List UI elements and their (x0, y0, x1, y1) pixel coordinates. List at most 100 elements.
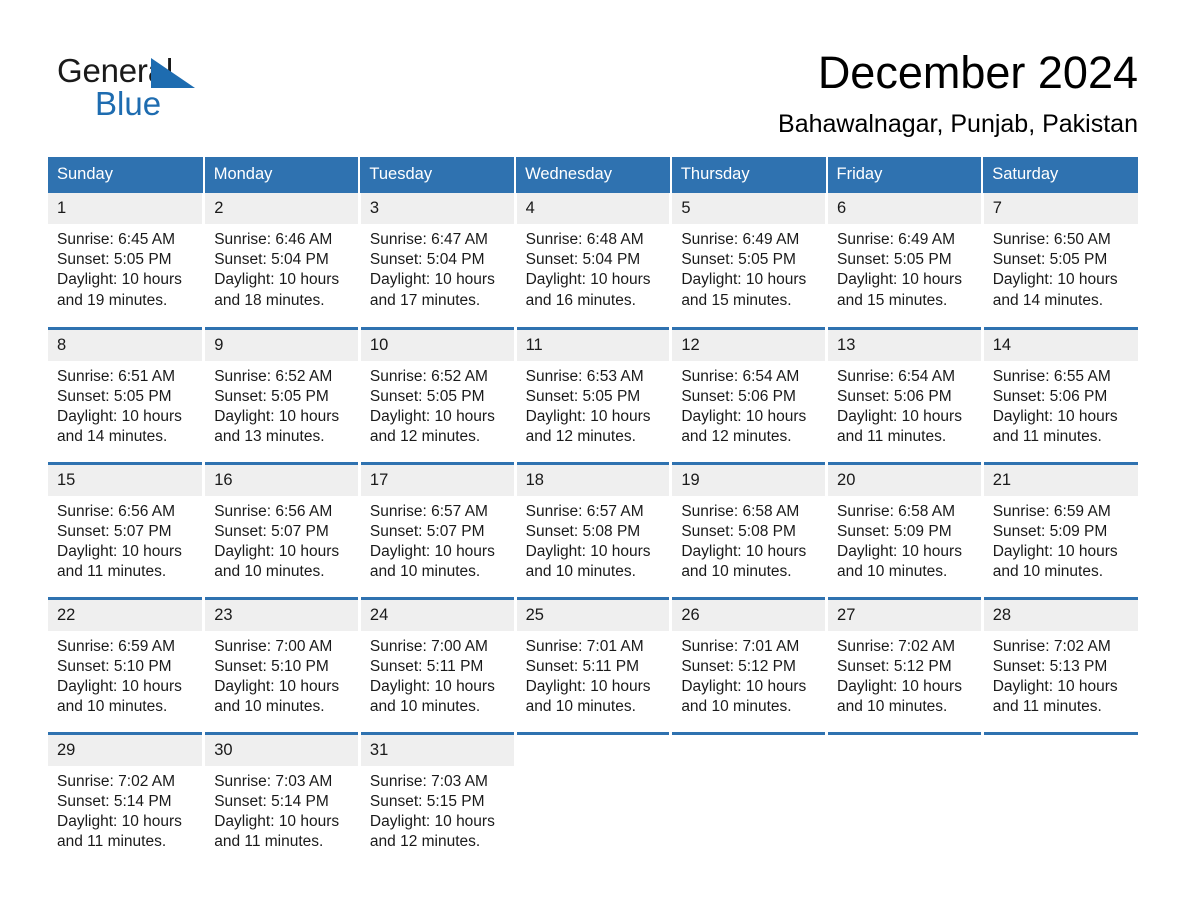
weekday-header-thursday: Thursday (670, 157, 828, 193)
calendar-day-cell[interactable]: 9 Sunrise: 6:52 AM Sunset: 5:05 PM Daylight… (203, 326, 361, 463)
calendar-day-cell[interactable]: 22 Sunrise: 6:59 AM Sunset: 5:10 PM Dayligh… (48, 596, 206, 733)
daylight-text-line2: and 10 minutes. (525, 698, 636, 716)
daylight-text-line2: and 13 minutes. (214, 428, 325, 446)
day-details: Sunrise: 7:00 AM Sunset: 5:11 PM Daylight:… (361, 631, 514, 718)
calendar-day-cell[interactable]: 1 Sunrise: 6:45 AM Sunset: 5:05 PM Daylight… (48, 193, 206, 328)
calendar-day-cell[interactable]: 26 Sunrise: 7:01 AM Sunset: 5:12 PM Dayligh… (670, 596, 829, 733)
day-details: Sunrise: 6:54 AM Sunset: 5:06 PM Daylight:… (672, 361, 825, 448)
generalblue-logo[interactable]: General Blue (57, 52, 257, 122)
sunset-text: Sunset: 5:10 PM (214, 657, 329, 675)
sunset-text: Sunset: 5:14 PM (57, 792, 172, 810)
sunset-text: Sunset: 5:06 PM (681, 387, 796, 405)
calendar-day-cell[interactable]: 6 Sunrise: 6:49 AM Sunset: 5:05 PM Daylight… (826, 193, 984, 328)
calendar-header-row: Sunday Monday Tuesday Wednesday Thursday… (48, 157, 1138, 193)
calendar-day-cell[interactable]: 19 Sunrise: 6:58 AM Sunset: 5:08 PM Dayligh… (670, 461, 829, 598)
sunrise-text: Sunrise: 7:00 AM (214, 637, 333, 655)
daylight-text-line2: and 12 minutes. (369, 428, 481, 446)
calendar-day-cell-empty (515, 731, 673, 868)
calendar-day-cell[interactable]: 5 Sunrise: 6:49 AM Sunset: 5:05 PM Daylight… (670, 193, 829, 328)
sunrise-text: Sunrise: 7:02 AM (57, 772, 176, 790)
sunrise-text: Sunrise: 6:46 AM (214, 231, 333, 248)
sunset-text: Sunset: 5:13 PM (992, 657, 1108, 675)
calendar-day-cell[interactable]: 31 Sunrise: 7:03 AM Sunset: 5:15 PM Dayligh… (359, 731, 517, 868)
calendar-day-cell[interactable]: 28 Sunrise: 7:02 AM Sunset: 5:13 PM Dayligh… (982, 596, 1138, 733)
sunrise-text: Sunrise: 7:00 AM (369, 637, 488, 655)
day-number: 1 (48, 193, 203, 224)
calendar-day-cell[interactable]: 18 Sunrise: 6:57 AM Sunset: 5:08 PM Dayligh… (515, 461, 673, 598)
calendar-day-cell[interactable]: 30 Sunrise: 7:03 AM Sunset: 5:14 PM Dayligh… (203, 731, 361, 868)
day-details: Sunrise: 7:01 AM Sunset: 5:11 PM Daylight:… (517, 631, 670, 718)
day-details: Sunrise: 6:56 AM Sunset: 5:07 PM Daylight:… (48, 496, 202, 583)
calendar-day-cell[interactable]: 29 Sunrise: 7:02 AM Sunset: 5:14 PM Dayligh… (48, 731, 206, 868)
calendar-day-cell[interactable]: 12 Sunrise: 6:54 AM Sunset: 5:06 PM Dayligh… (670, 326, 829, 463)
page-header: General Blue December 2024 Bahawalnagar,… (0, 0, 1188, 152)
day-details: Sunrise: 6:46 AM Sunset: 5:04 PM Daylight:… (205, 224, 358, 311)
calendar-day-cell[interactable]: 13 Sunrise: 6:54 AM Sunset: 5:06 PM Dayligh… (826, 326, 984, 463)
daylight-text-line1: Daylight: 10 hours (57, 271, 182, 289)
daylight-text-line1: Daylight: 10 hours (369, 812, 495, 830)
calendar-day-cell[interactable]: 10 Sunrise: 6:52 AM Sunset: 5:05 PM Dayligh… (359, 326, 517, 463)
calendar-day-cell[interactable]: 23 Sunrise: 7:00 AM Sunset: 5:10 PM Dayligh… (203, 596, 361, 733)
calendar-day-cell[interactable]: 3 Sunrise: 6:47 AM Sunset: 5:04 PM Daylight… (359, 193, 517, 328)
daylight-text-line1: Daylight: 10 hours (681, 407, 807, 425)
sunset-text: Sunset: 5:12 PM (681, 657, 796, 675)
sunrise-text: Sunrise: 6:58 AM (837, 502, 956, 520)
sunset-text: Sunset: 5:14 PM (214, 792, 329, 810)
calendar-day-cell[interactable]: 2 Sunrise: 6:46 AM Sunset: 5:04 PM Daylight… (203, 193, 361, 328)
day-details: Sunrise: 6:57 AM Sunset: 5:07 PM Daylight:… (361, 496, 514, 583)
calendar-day-cell[interactable]: 27 Sunrise: 7:02 AM Sunset: 5:12 PM Dayligh… (826, 596, 984, 733)
day-number: 16 (205, 464, 358, 496)
sunset-text: Sunset: 5:05 PM (57, 251, 172, 269)
sunset-text: Sunset: 5:08 PM (681, 522, 796, 540)
sunset-text: Sunset: 5:12 PM (837, 657, 952, 675)
daylight-text-line1: Daylight: 10 hours (369, 271, 495, 289)
calendar-day-cell[interactable]: 4 Sunrise: 6:48 AM Sunset: 5:04 PM Daylight… (515, 193, 673, 328)
calendar-day-cell[interactable]: 25 Sunrise: 7:01 AM Sunset: 5:11 PM Dayligh… (515, 596, 673, 733)
day-details: Sunrise: 7:02 AM Sunset: 5:14 PM Daylight:… (48, 766, 202, 853)
calendar-day-cell[interactable]: 7 Sunrise: 6:50 AM Sunset: 5:05 PM Daylight… (982, 193, 1138, 328)
sunset-text: Sunset: 5:05 PM (992, 251, 1108, 269)
day-number: 10 (360, 329, 514, 361)
day-details: Sunrise: 6:54 AM Sunset: 5:06 PM Daylight:… (828, 361, 981, 448)
calendar-day-cell[interactable]: 16 Sunrise: 6:56 AM Sunset: 5:07 PM Dayligh… (203, 461, 361, 598)
day-details: Sunrise: 7:02 AM Sunset: 5:12 PM Daylight:… (828, 631, 981, 718)
calendar-day-cell[interactable]: 21 Sunrise: 6:59 AM Sunset: 5:09 PM Dayligh… (982, 461, 1138, 598)
daylight-text-line1: Daylight: 10 hours (214, 271, 340, 289)
daylight-text-line1: Daylight: 10 hours (992, 542, 1118, 560)
day-number: 23 (205, 599, 358, 631)
day-number: 3 (360, 193, 514, 224)
sunrise-text: Sunrise: 6:57 AM (525, 502, 644, 520)
calendar-day-cell[interactable]: 11 Sunrise: 6:53 AM Sunset: 5:05 PM Dayligh… (515, 326, 673, 463)
sunrise-text: Sunrise: 7:01 AM (681, 637, 800, 655)
daylight-text-line2: and 12 minutes. (525, 428, 636, 446)
sunrise-text: Sunrise: 6:56 AM (214, 502, 333, 520)
sunrise-text: Sunrise: 6:48 AM (525, 231, 644, 248)
day-number: 19 (672, 464, 826, 496)
day-details: Sunrise: 6:58 AM Sunset: 5:09 PM Daylight:… (828, 496, 981, 583)
day-number: 26 (672, 599, 826, 631)
calendar-day-cell[interactable]: 15 Sunrise: 6:56 AM Sunset: 5:07 PM Dayligh… (48, 461, 206, 598)
sunrise-text: Sunrise: 7:02 AM (992, 637, 1111, 655)
calendar-day-cell[interactable]: 17 Sunrise: 6:57 AM Sunset: 5:07 PM Dayligh… (359, 461, 517, 598)
calendar-day-cell[interactable]: 14 Sunrise: 6:55 AM Sunset: 5:06 PM Dayligh… (982, 326, 1138, 463)
day-number: 27 (828, 599, 981, 631)
daylight-text-line2: and 10 minutes. (369, 698, 481, 716)
daylight-text-line2: and 10 minutes. (837, 563, 948, 581)
daylight-text-line1: Daylight: 10 hours (681, 677, 807, 695)
calendar-day-cell[interactable]: 20 Sunrise: 6:58 AM Sunset: 5:09 PM Dayligh… (826, 461, 984, 598)
sunset-text: Sunset: 5:06 PM (992, 387, 1108, 405)
sunrise-text: Sunrise: 6:50 AM (992, 231, 1111, 248)
daylight-text-line1: Daylight: 10 hours (681, 542, 807, 560)
daylight-text-line2: and 11 minutes. (992, 428, 1102, 446)
sunset-text: Sunset: 5:08 PM (525, 522, 641, 540)
daylight-text-line2: and 10 minutes. (525, 563, 636, 581)
day-number: 14 (983, 329, 1138, 361)
daylight-text-line2: and 10 minutes. (369, 563, 481, 581)
daylight-text-line1: Daylight: 10 hours (992, 677, 1118, 695)
sunset-text: Sunset: 5:05 PM (525, 387, 641, 405)
daylight-text-line2: and 18 minutes. (214, 291, 325, 309)
day-number: 2 (205, 193, 358, 224)
calendar-day-cell[interactable]: 8 Sunrise: 6:51 AM Sunset: 5:05 PM Daylight… (48, 326, 206, 463)
calendar-day-cell[interactable]: 24 Sunrise: 7:00 AM Sunset: 5:11 PM Dayligh… (359, 596, 517, 733)
sunrise-sunset-calendar: Sunday Monday Tuesday Wednesday Thursday… (48, 157, 1138, 868)
